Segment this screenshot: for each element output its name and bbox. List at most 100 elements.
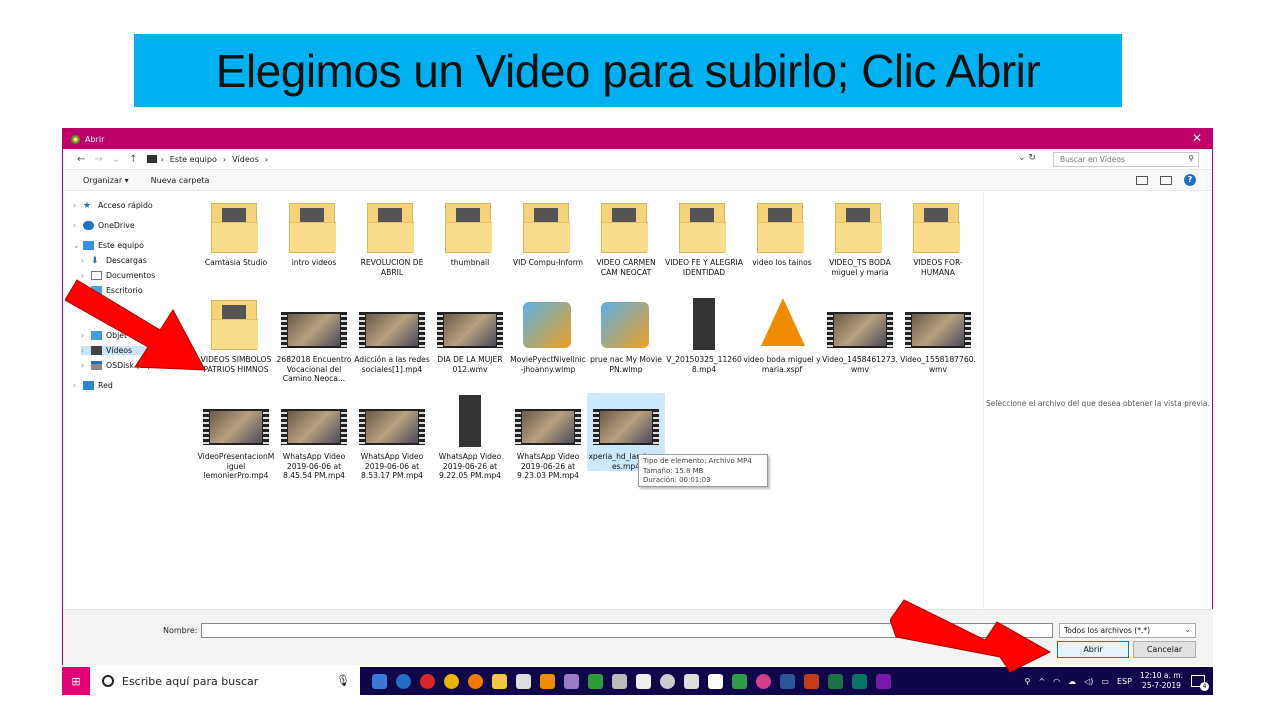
file-name: Camtasia Studio (204, 258, 268, 267)
onedrive-tray-icon[interactable]: ☁ (1068, 677, 1076, 686)
file-name: Video_1558187760.wmv (900, 355, 976, 374)
breadcrumb-este-equipo[interactable]: Este equipo (170, 155, 217, 164)
battery-icon[interactable]: ▭ (1101, 677, 1109, 686)
file-item[interactable]: VideoPresentacionMiguel lemonierPro.mp4 (197, 393, 275, 481)
file-item[interactable]: MoviePyectNivellnic-jhoanny.wlmp (509, 296, 587, 374)
gem-icon[interactable] (756, 673, 771, 689)
file-item[interactable]: Video_1558187760.wmv (899, 296, 977, 374)
chrome-app-icon[interactable] (444, 673, 459, 689)
file-item[interactable]: prue nac My Movie PN.wlmp (587, 296, 665, 374)
file-item[interactable]: Camtasia Studio (197, 199, 275, 268)
file-name: V_20150325_112608.mp4 (666, 355, 742, 374)
file-name: video boda miguel y maria.xspf (743, 355, 821, 374)
onenote-icon[interactable] (876, 673, 891, 689)
firefox-icon[interactable] (468, 673, 483, 689)
chevron-up-icon[interactable]: ^ (1038, 677, 1045, 686)
file-name: 2682018 Encuentro Vocacional del Camino … (276, 355, 352, 383)
cloud-icon (83, 221, 94, 230)
video-file-icon (593, 393, 659, 449)
edge-icon[interactable] (396, 673, 411, 689)
paint-icon[interactable] (612, 673, 627, 689)
taskbar-search-input[interactable]: Escribe aquí para buscar 🎙 (90, 667, 360, 695)
filetype-select[interactable]: Todos los archivos (*.*) ⌄ (1059, 623, 1196, 638)
navigation-pane: › ★ Acceso rápido › OneDrive ⌄ Este equip… (63, 191, 187, 599)
cortana-icon (102, 675, 114, 687)
breadcrumb-videos[interactable]: Vídeos (232, 155, 259, 164)
computer-icon (146, 155, 157, 163)
volume-icon[interactable]: ◁) (1084, 677, 1093, 686)
file-name: Video_1458461273.wmv (822, 355, 898, 374)
folder-icon (203, 199, 269, 255)
file-name: MoviePyectNivellnic-jhoanny.wlmp (510, 355, 586, 374)
file-name: video los tainos (752, 258, 812, 267)
file-item[interactable]: WhatsApp Video 2019-06-26 at 9.22.05 PM.… (431, 393, 509, 481)
start-button[interactable]: ⊞ (62, 667, 90, 695)
file-item[interactable]: 2682018 Encuentro Vocacional del Camino … (275, 296, 353, 384)
camera-icon[interactable] (636, 673, 651, 689)
usb-icon[interactable] (708, 673, 723, 689)
network-icon (83, 381, 94, 390)
file-item[interactable]: VID Compu-Inform (509, 199, 587, 268)
people-icon[interactable]: ⚲ (1025, 677, 1031, 686)
notification-icon[interactable]: 4 (1191, 675, 1209, 691)
file-item[interactable]: WhatsApp Video 2019-06-06 at 8.53.17 PM.… (353, 393, 431, 481)
dialog-titlebar: Abrir ✕ (63, 129, 1212, 149)
chevron-down-icon: ⌄ (1184, 625, 1191, 634)
video-file-icon (827, 296, 893, 352)
taskbar-clock[interactable]: 12:10 a. m. 25-7-2019 (1140, 671, 1183, 691)
opera-icon[interactable] (420, 673, 435, 689)
publisher-icon[interactable] (852, 673, 867, 689)
nav-item-este-equipo[interactable]: ⌄ Este equipo (73, 241, 144, 250)
movie-maker-icon[interactable] (588, 673, 603, 689)
file-item[interactable]: video los tainos (743, 199, 821, 268)
new-folder-button[interactable]: Nueva carpeta (151, 176, 210, 185)
file-item[interactable]: VIDEOS FOR-HUMANA (899, 199, 977, 277)
up-arrow-icon[interactable]: ↑ (129, 154, 137, 165)
file-item[interactable]: video boda miguel y maria.xspf (743, 296, 821, 374)
calculator-icon[interactable] (684, 673, 699, 689)
computer-icon (83, 241, 94, 250)
language-indicator[interactable]: ESP (1117, 677, 1132, 686)
file-item[interactable]: Video_1458461273.wmv (821, 296, 899, 374)
vlc-icon[interactable] (540, 673, 555, 689)
file-item[interactable]: WhatsApp Video 2019-06-06 at 8.45.54 PM.… (275, 393, 353, 481)
forward-arrow-icon[interactable]: → (94, 154, 102, 165)
nav-item-onedrive[interactable]: › OneDrive (73, 221, 135, 230)
open-button[interactable]: Abrir (1057, 641, 1129, 658)
powerpoint-icon[interactable] (804, 673, 819, 689)
view-options-icon[interactable] (1136, 175, 1148, 185)
calculator-grid-icon[interactable] (516, 673, 531, 689)
microphone-icon[interactable]: 🎙 (336, 674, 350, 687)
file-item[interactable]: DIA DE LA MUJER 012.wmv (431, 296, 509, 374)
file-item[interactable]: thumbnail (431, 199, 509, 268)
help-icon[interactable]: ? (1184, 174, 1196, 186)
file-explorer-icon[interactable] (492, 673, 507, 689)
file-item[interactable]: Adicción a las redes sociales[1].mp4 (353, 296, 431, 374)
nav-item-descargas[interactable]: › ⬇ Descargas (81, 256, 147, 266)
search-input[interactable]: Buscar en Vídeos ⚲ (1053, 152, 1199, 167)
file-item[interactable]: WhatsApp Video 2019-06-26 at 9.23.03 PM.… (509, 393, 587, 481)
file-item[interactable]: intro videos (275, 199, 353, 268)
organize-button[interactable]: Organizar ▾ (83, 176, 129, 185)
file-item[interactable]: VIDEO CARMEN CAM NEOCAT (587, 199, 665, 277)
nav-item-red[interactable]: › Red (73, 381, 113, 390)
file-item[interactable]: V_20150325_112608.mp4 (665, 296, 743, 374)
preview-pane-icon[interactable] (1160, 175, 1172, 185)
media-player-icon[interactable] (564, 673, 579, 689)
word-icon[interactable] (780, 673, 795, 689)
green-app-icon[interactable] (732, 673, 747, 689)
refresh-icon[interactable]: ⌄ ↻ (1018, 153, 1036, 163)
back-arrow-icon[interactable]: ← (77, 154, 85, 165)
file-item[interactable]: VIDEO FE Y ALEGRIA IDENTIDAD (665, 199, 743, 277)
webcam-icon[interactable] (660, 673, 675, 689)
close-icon[interactable]: ✕ (1192, 131, 1202, 145)
file-item[interactable]: REVOLUCION DE ABRIL (353, 199, 431, 277)
filename-label: Nombre: (163, 626, 198, 635)
wifi-icon[interactable]: ◠ (1053, 677, 1060, 686)
nav-item-acceso-rapido[interactable]: › ★ Acceso rápido (73, 201, 153, 211)
excel-icon[interactable] (828, 673, 843, 689)
recent-chevron-icon[interactable]: ⌄ (112, 154, 120, 165)
task-view-icon[interactable] (372, 673, 387, 689)
cancel-button[interactable]: Cancelar (1133, 641, 1196, 658)
file-item[interactable]: VIDEO_TS BODA miguel y maria (821, 199, 899, 277)
